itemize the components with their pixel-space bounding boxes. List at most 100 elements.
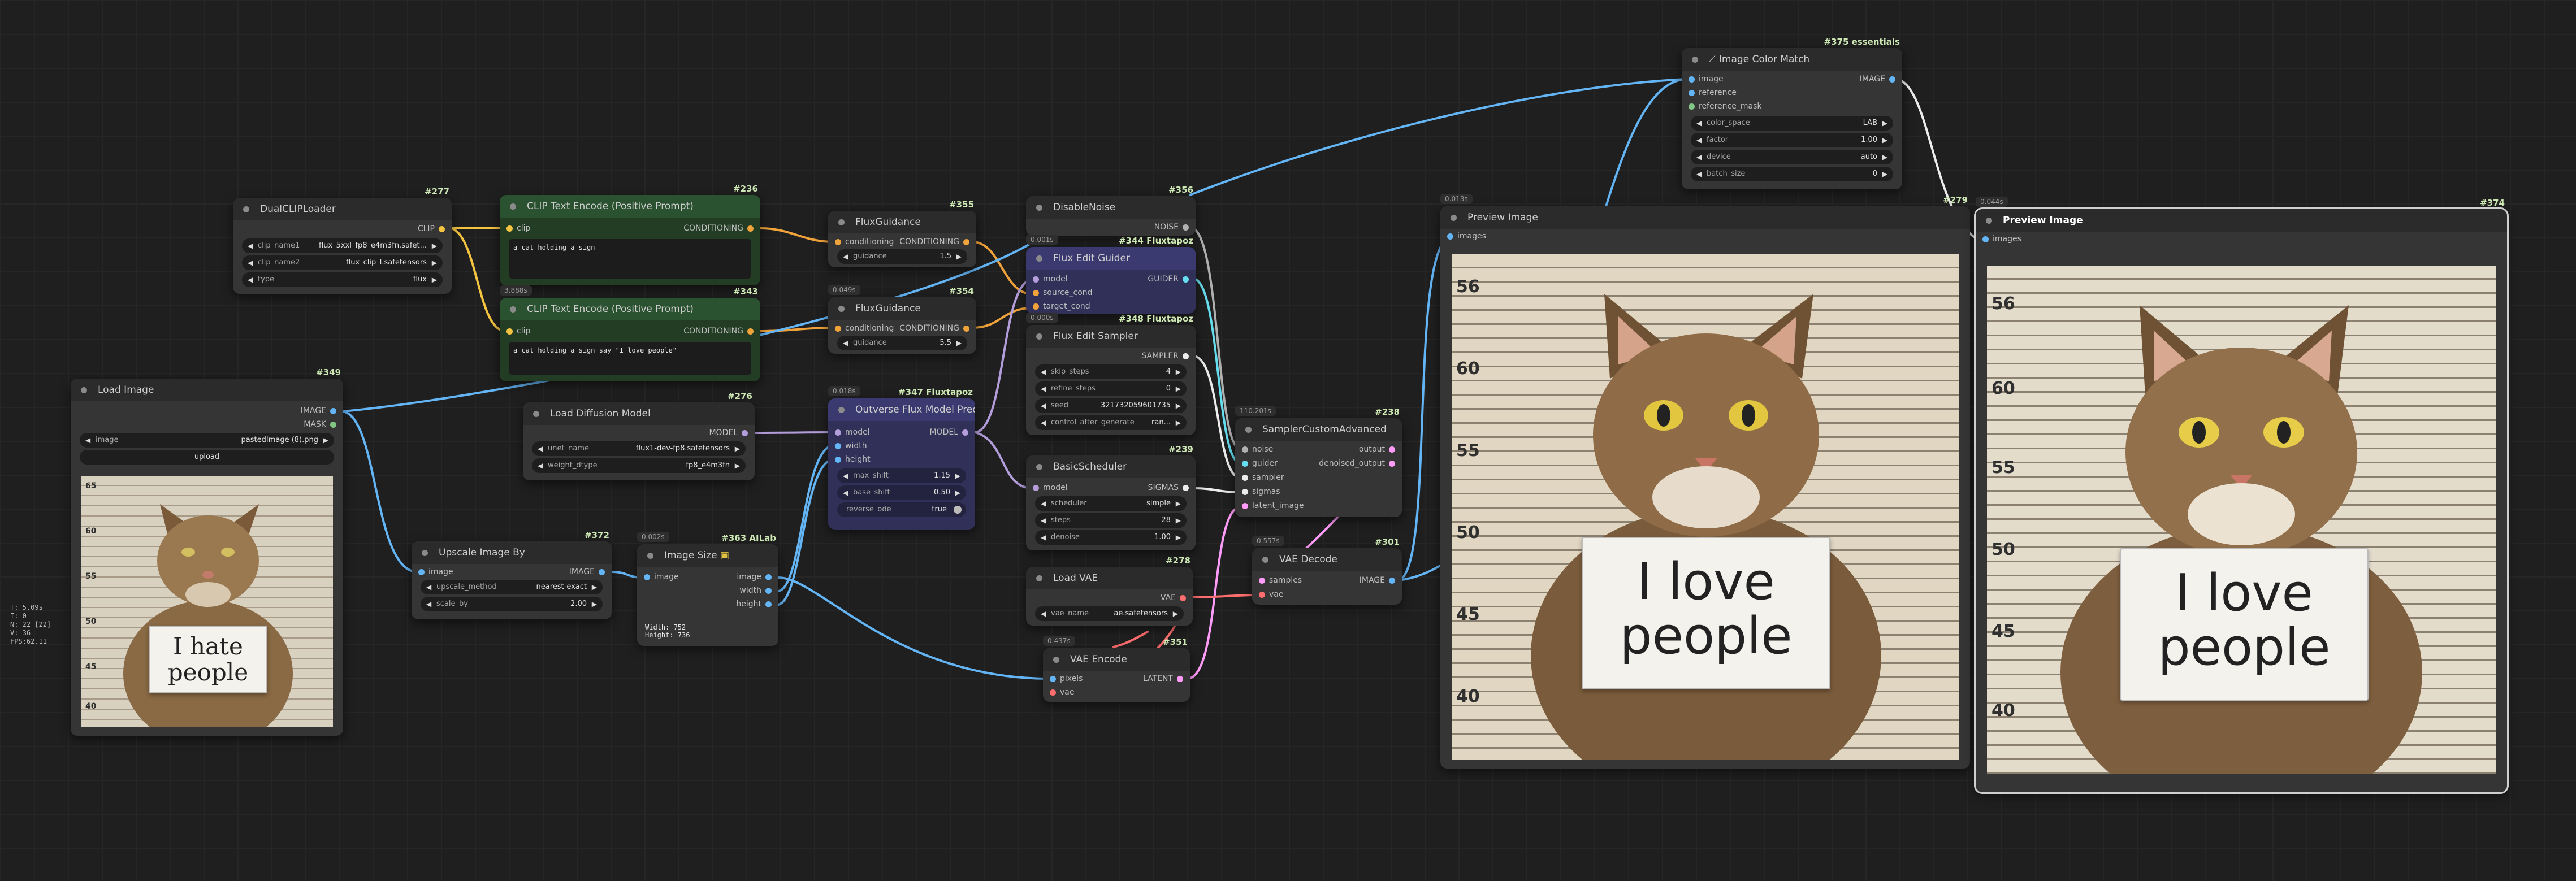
output-image[interactable]: IMAGE — [1860, 73, 1895, 85]
collapse-dot-icon[interactable] — [510, 306, 516, 313]
node-outverse-flux-model-pred[interactable]: 0.018s #347 Fluxtapoz Outverse Flux Mode… — [828, 386, 975, 530]
output-conditioning[interactable]: CONDITIONING — [899, 322, 969, 335]
widget-device[interactable]: ◀ device auto ▶ — [1691, 150, 1893, 164]
widget-scale-by[interactable]: ◀ scale_by 2.00 ▶ — [421, 597, 603, 611]
input-samples[interactable]: samples — [1259, 574, 1302, 587]
node-flux-guidance-1[interactable]: #355 FluxGuidance conditioning CONDITION… — [828, 199, 976, 267]
node-image-size[interactable]: 0.002s #363 AILab Image Size ▣ image ima… — [637, 532, 778, 646]
output-height[interactable]: height — [736, 598, 772, 610]
node-clip-text-encode-2[interactable]: 3.888s #343 CLIP Text Encode (Positive P… — [500, 285, 760, 381]
input-reference[interactable]: reference — [1689, 86, 1737, 99]
collapse-dot-icon[interactable] — [647, 553, 653, 559]
collapse-dot-icon[interactable] — [1036, 464, 1042, 470]
collapse-dot-icon[interactable] — [1245, 427, 1252, 433]
input-image[interactable]: image — [1689, 73, 1724, 85]
node-disable-noise[interactable]: #356 DisableNoise NOISE — [1026, 185, 1196, 236]
node-title[interactable]: BasicScheduler — [1026, 455, 1196, 478]
node-load-diffusion-model[interactable]: #276 Load Diffusion Model MODEL ◀ unet_na… — [523, 391, 755, 480]
input-vae[interactable]: vae — [1259, 588, 1283, 601]
input-height[interactable]: height — [835, 453, 871, 466]
output-denoised[interactable]: denoised_output — [1319, 457, 1395, 470]
upload-button[interactable]: upload — [80, 450, 334, 465]
widget-seed[interactable]: ◀ seed 321732059601735 ▶ — [1035, 398, 1187, 413]
widget-base-shift[interactable]: ◀ base_shift 0.50 ▶ — [837, 485, 966, 500]
collapse-dot-icon[interactable] — [1692, 57, 1698, 63]
output-guider[interactable]: GUIDER — [1148, 273, 1189, 285]
node-clip-text-encode-1[interactable]: #236 CLIP Text Encode (Positive Prompt) … — [500, 184, 760, 285]
output-image[interactable]: IMAGE — [569, 566, 605, 578]
node-vae-encode[interactable]: 0.437s #351 VAE Encode pixels LATENT vae — [1043, 636, 1190, 702]
widget-max-shift[interactable]: ◀ max_shift 1.15 ▶ — [837, 468, 966, 483]
collapse-dot-icon[interactable] — [1036, 255, 1042, 262]
node-title[interactable]: ⟋ Image Color Match — [1682, 48, 1902, 71]
node-preview-image-2[interactable]: 0.044s #374 Preview Image images 56 60 5… — [1974, 197, 2509, 794]
input-sigmas[interactable]: sigmas — [1242, 485, 1280, 498]
collapse-dot-icon[interactable] — [838, 306, 845, 312]
input-conditioning[interactable]: conditioning — [835, 236, 894, 248]
collapse-dot-icon[interactable] — [243, 206, 249, 212]
output-sigmas[interactable]: SIGMAS — [1148, 481, 1189, 494]
node-title[interactable]: Load VAE — [1026, 567, 1193, 589]
node-load-image[interactable]: #349 Load Image IMAGE MASK ◀ image pastedI… — [71, 367, 343, 736]
widget-skip-steps[interactable]: ◀ skip_steps 4 ▶ — [1035, 364, 1187, 379]
output-latent[interactable]: LATENT — [1143, 672, 1183, 685]
collapse-dot-icon[interactable] — [1262, 557, 1268, 563]
widget-unet-name[interactable]: ◀ unet_name flux1-dev-fp8.safetensors ▶ — [532, 441, 746, 456]
node-title[interactable]: DisableNoise — [1026, 196, 1196, 219]
node-title[interactable]: FluxGuidance — [828, 211, 976, 233]
node-sampler-custom-advanced[interactable]: 110.201s #238 SamplerCustomAdvanced nois… — [1235, 406, 1402, 517]
widget-guidance[interactable]: ◀ guidance 1.5 ▶ — [837, 249, 967, 264]
input-width[interactable]: width — [835, 440, 867, 452]
output-conditioning[interactable]: CONDITIONING — [683, 222, 754, 235]
node-title[interactable]: Outverse Flux Model Pred — [828, 398, 975, 421]
widget-refine-steps[interactable]: ◀ refine_steps 0 ▶ — [1035, 381, 1187, 396]
output-mask[interactable]: MASK — [304, 418, 336, 431]
collapse-dot-icon[interactable] — [1986, 218, 1992, 224]
prompt-textarea[interactable]: a cat holding a sign — [509, 239, 751, 279]
input-model[interactable]: model — [1033, 481, 1068, 494]
widget-clip-name1[interactable]: ◀ clip_name1 flux_5xxl_fp8_e4m3fn.safet...… — [242, 238, 443, 253]
widget-batch-size[interactable]: ◀ batch_size 0 ▶ — [1691, 167, 1893, 181]
input-images[interactable]: images — [1982, 233, 2021, 245]
prompt-textarea[interactable]: a cat holding a sign say "I love people" — [509, 342, 751, 375]
input-target-cond[interactable]: target_cond — [1033, 300, 1090, 313]
output-width[interactable]: width — [739, 584, 772, 597]
input-sampler[interactable]: sampler — [1242, 471, 1284, 484]
collapse-dot-icon[interactable] — [838, 219, 845, 225]
collapse-dot-icon[interactable] — [838, 407, 845, 413]
node-title[interactable]: Preview Image — [1440, 206, 1970, 229]
node-title[interactable]: Image Size ▣ — [637, 544, 778, 567]
node-title[interactable]: Flux Edit Sampler — [1026, 325, 1196, 348]
node-title[interactable]: FluxGuidance — [828, 297, 976, 320]
input-images[interactable]: images — [1447, 230, 1486, 242]
input-conditioning[interactable]: conditioning — [835, 322, 894, 335]
output-clip[interactable]: CLIP — [418, 223, 445, 235]
widget-clip-name2[interactable]: ◀ clip_name2 flux_clip_l.safetensors ▶ — [242, 255, 443, 270]
collapse-dot-icon[interactable] — [1036, 333, 1042, 340]
node-image-color-match[interactable]: #375 essentials ⟋ Image Color Match image… — [1682, 37, 1902, 189]
widget-type[interactable]: ◀ type flux ▶ — [242, 272, 443, 287]
node-dual-clip-loader[interactable]: #277 DualCLIPLoader CLIP ◀ clip_name1 flux… — [233, 186, 452, 294]
output-conditioning[interactable]: CONDITIONING — [683, 325, 754, 337]
input-image[interactable]: image — [644, 571, 679, 583]
node-upscale-image-by[interactable]: #372 Upscale Image By image IMAGE ◀ upsca… — [412, 530, 612, 619]
input-source-cond[interactable]: source_cond — [1033, 287, 1093, 299]
widget-upscale-method[interactable]: ◀ upscale_method nearest-exact ▶ — [421, 580, 603, 594]
node-title[interactable]: DualCLIPLoader — [233, 198, 452, 220]
node-title[interactable]: CLIP Text Encode (Positive Prompt) — [500, 195, 760, 218]
node-title[interactable]: Preview Image — [1976, 209, 2507, 232]
input-latent-image[interactable]: latent_image — [1242, 500, 1304, 512]
node-title[interactable]: Load Image — [71, 379, 343, 401]
collapse-dot-icon[interactable] — [1036, 575, 1042, 581]
output-model[interactable]: MODEL — [709, 427, 748, 439]
output-output[interactable]: output — [1359, 443, 1395, 455]
widget-control-after-generate[interactable]: ◀ control_after_generate ran... ▶ — [1035, 415, 1187, 430]
output-noise[interactable]: NOISE — [1154, 221, 1189, 233]
collapse-dot-icon[interactable] — [533, 411, 539, 417]
widget-guidance[interactable]: ◀ guidance 5.5 ▶ — [837, 336, 967, 350]
collapse-dot-icon[interactable] — [81, 387, 87, 393]
node-flux-edit-sampler[interactable]: 0.000s #348 Fluxtapoz Flux Edit Sampler … — [1026, 313, 1196, 435]
collapse-dot-icon[interactable] — [422, 550, 428, 556]
output-image[interactable]: IMAGE — [301, 405, 336, 417]
node-load-vae[interactable]: #278 Load VAE VAE ◀ vae_name ae.safetensor… — [1026, 555, 1193, 626]
